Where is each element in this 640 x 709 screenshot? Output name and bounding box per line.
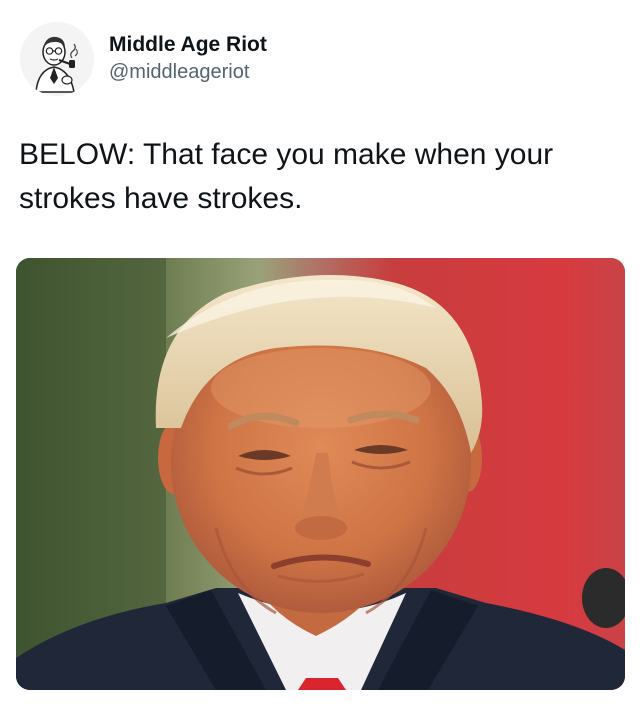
author-display-name[interactable]: Middle Age Riot	[109, 32, 267, 58]
vintage-man-with-pipe-icon	[20, 22, 94, 96]
post-card: Middle Age Riot @middleageriot BELOW: Th…	[0, 0, 640, 709]
avatar[interactable]	[20, 22, 94, 96]
post-text: BELOW: That face you make when your stro…	[19, 138, 554, 215]
author-block: Middle Age Riot @middleageriot	[109, 32, 267, 85]
portrait-photo	[16, 258, 625, 690]
author-handle[interactable]: @middleageriot	[109, 59, 267, 85]
post-media-photo[interactable]	[16, 258, 625, 690]
